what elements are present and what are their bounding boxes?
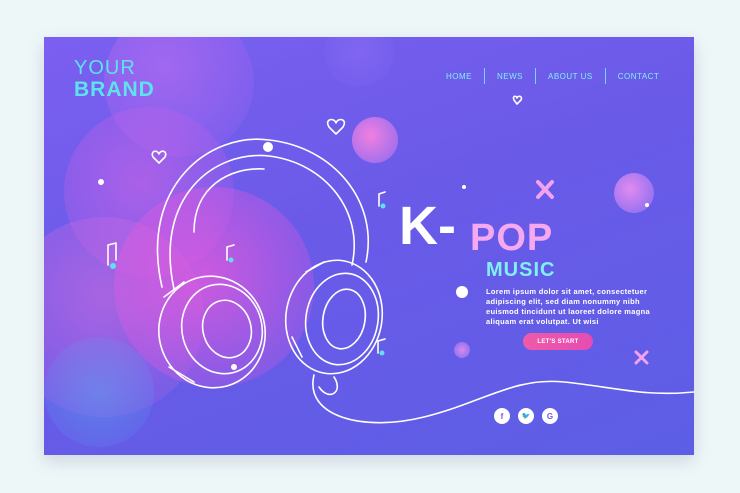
brand-logo-line2: BRAND bbox=[74, 78, 155, 101]
brand-logo-line1: YOUR bbox=[74, 57, 136, 79]
nav-divider bbox=[535, 68, 536, 84]
landing-page: YOUR BRAND HOME NEWS ABOUT US CONTACT K-… bbox=[44, 37, 694, 455]
nav-divider bbox=[484, 68, 485, 84]
lets-start-button[interactable]: LET'S START bbox=[523, 333, 593, 350]
top-nav: HOME NEWS ABOUT US CONTACT bbox=[434, 68, 671, 84]
twitter-icon[interactable]: 🐦 bbox=[518, 408, 534, 424]
hero-subtitle: MUSIC bbox=[486, 259, 556, 281]
nav-home[interactable]: HOME bbox=[434, 72, 484, 81]
nav-about-us[interactable]: ABOUT US bbox=[536, 72, 605, 81]
nav-contact[interactable]: CONTACT bbox=[606, 72, 672, 81]
nav-divider bbox=[604, 68, 606, 84]
facebook-icon[interactable]: f bbox=[494, 408, 510, 424]
hero-title-k: K- bbox=[399, 196, 456, 256]
nav-news[interactable]: NEWS bbox=[485, 72, 535, 81]
google-icon[interactable]: G bbox=[542, 408, 558, 424]
hero-title-pop: POP bbox=[470, 217, 554, 259]
social-links: f 🐦 G bbox=[494, 408, 558, 424]
hero-description: Lorem ipsum dolor sit amet, consectetuer… bbox=[486, 287, 650, 326]
